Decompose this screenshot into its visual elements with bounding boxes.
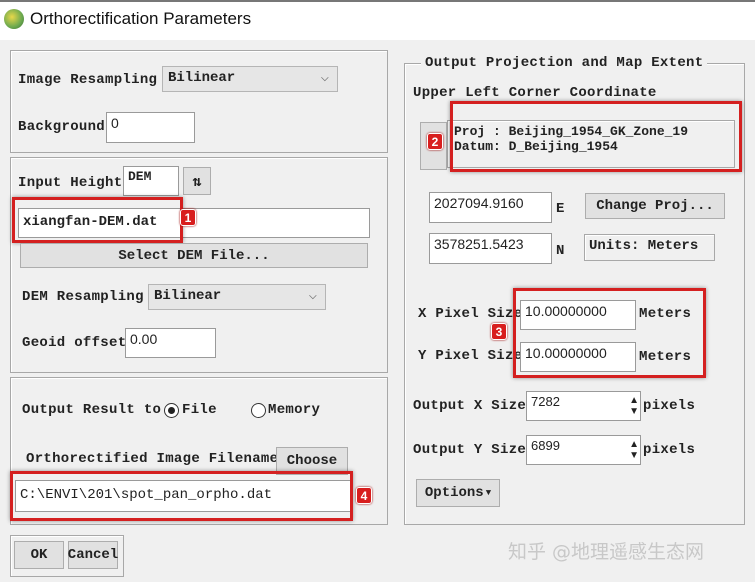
ok-button[interactable]: OK bbox=[14, 541, 64, 569]
spinner-arrows-icon[interactable]: ▲ ▼ bbox=[629, 439, 639, 461]
background-input[interactable]: 0 bbox=[106, 112, 195, 143]
projection-group-title: Output Projection and Map Extent bbox=[421, 55, 708, 71]
highlight-box-3 bbox=[513, 288, 706, 378]
radio-unselected-icon bbox=[251, 402, 266, 418]
options-button[interactable]: Options ▼ bbox=[416, 479, 500, 507]
badge-1: 1 bbox=[180, 209, 196, 226]
northing-input[interactable]: 3578251.5423 bbox=[429, 233, 552, 264]
select-value: Bilinear bbox=[154, 288, 222, 304]
ulc-label: Upper Left Corner Coordinate bbox=[413, 85, 657, 101]
easting-label: E bbox=[556, 201, 565, 217]
highlight-box-4 bbox=[10, 471, 353, 521]
watermark: 知乎 @地理遥感生态网 bbox=[508, 541, 705, 563]
badge-2: 2 bbox=[427, 133, 443, 150]
badge-3: 3 bbox=[491, 323, 507, 340]
select-dem-file-button[interactable]: Select DEM File... bbox=[20, 243, 368, 268]
caret-down-icon: ▼ bbox=[485, 488, 492, 498]
radio-file[interactable]: File bbox=[164, 402, 217, 418]
chevron-down-icon: ⌵ bbox=[320, 70, 329, 86]
input-height-field[interactable]: DEM bbox=[123, 166, 179, 196]
radio-memory-label: Memory bbox=[268, 402, 321, 418]
x-pixel-size-label: X Pixel Size bbox=[418, 306, 523, 322]
dem-resampling-select[interactable]: Bilinear ⌵ bbox=[148, 284, 326, 310]
swap-arrows-icon: ⇅ bbox=[192, 173, 202, 191]
image-resampling-select[interactable]: Bilinear ⌵ bbox=[162, 66, 338, 92]
units-display: Units: Meters bbox=[584, 234, 715, 261]
radio-memory[interactable]: Memory bbox=[251, 402, 320, 418]
select-value: Bilinear bbox=[168, 70, 236, 86]
output-y-value: 6899 bbox=[531, 438, 560, 453]
output-x-value: 7282 bbox=[531, 394, 560, 409]
window-title: Orthorectification Parameters bbox=[30, 9, 252, 28]
output-y-size-input[interactable]: 6899 ▲ ▼ bbox=[526, 435, 641, 465]
output-result-label: Output Result to bbox=[22, 402, 162, 418]
radio-selected-icon bbox=[164, 402, 179, 418]
output-y-size-label: Output Y Size bbox=[413, 442, 527, 458]
chevron-down-icon: ⌵ bbox=[308, 288, 317, 304]
options-label: Options bbox=[424, 485, 484, 501]
highlight-box-2 bbox=[450, 101, 742, 172]
filename-label: Orthorectified Image Filename bbox=[26, 451, 279, 467]
output-y-unit: pixels bbox=[643, 442, 696, 458]
cancel-button[interactable]: Cancel bbox=[68, 541, 118, 569]
envi-app-icon bbox=[4, 9, 24, 29]
northing-label: N bbox=[556, 243, 565, 259]
output-x-size-input[interactable]: 7282 ▲ ▼ bbox=[526, 391, 641, 421]
geoid-offset-input[interactable]: 0.00 bbox=[125, 328, 216, 358]
badge-4: 4 bbox=[356, 487, 372, 504]
radio-file-label: File bbox=[182, 402, 217, 418]
change-proj-button[interactable]: Change Proj... bbox=[585, 193, 725, 219]
spinner-arrows-icon[interactable]: ▲ ▼ bbox=[629, 395, 639, 417]
geoid-offset-label: Geoid offset bbox=[22, 335, 127, 351]
y-pixel-size-label: Y Pixel Size bbox=[418, 348, 523, 364]
easting-input[interactable]: 2027094.9160 bbox=[429, 192, 552, 223]
input-height-label: Input Height bbox=[18, 175, 123, 191]
dem-resampling-label: DEM Resampling bbox=[22, 289, 144, 305]
output-x-size-label: Output X Size bbox=[413, 398, 527, 414]
highlight-box-1 bbox=[12, 197, 183, 243]
swap-arrows-button[interactable]: ⇅ bbox=[183, 167, 211, 195]
output-x-unit: pixels bbox=[643, 398, 696, 414]
background-label: Background bbox=[18, 119, 106, 135]
image-resampling-label: Image Resampling bbox=[18, 72, 158, 88]
